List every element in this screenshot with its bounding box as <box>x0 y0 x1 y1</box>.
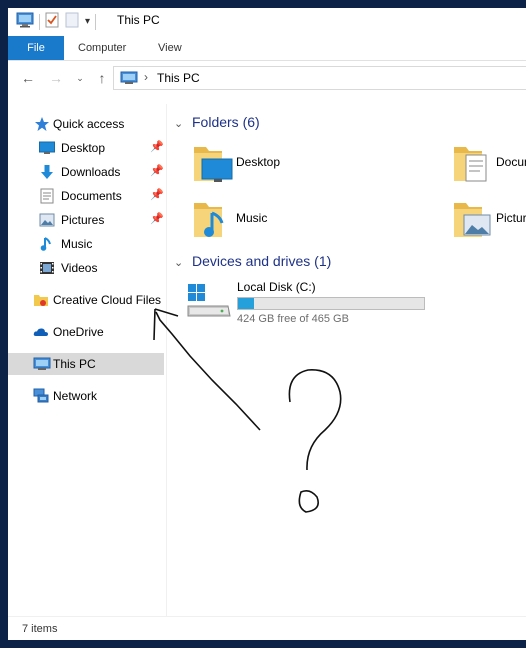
desktop-icon <box>39 140 55 156</box>
group-title: Devices and drives (1) <box>192 253 332 269</box>
status-bar: 7 items <box>8 616 526 640</box>
nav-quick-access[interactable]: Quick access <box>8 113 164 135</box>
nav-label: Pictures <box>61 213 105 227</box>
quick-access-toolbar: ▾ <box>16 12 101 31</box>
nav-label: OneDrive <box>53 325 104 339</box>
nav-item-downloads[interactable]: Downloads 📌 <box>8 161 164 183</box>
computer-icon <box>16 12 34 31</box>
folder-label: Music <box>236 211 268 225</box>
folder-label: Pictures <box>496 211 526 225</box>
nav-item-onedrive[interactable]: OneDrive <box>8 321 164 343</box>
title-bar: ▾ This PC <box>8 8 526 36</box>
navigation-pane: Quick access Desktop 📌 Downloads 📌 Docum… <box>8 104 166 614</box>
downloads-icon <box>39 164 55 180</box>
music-icon <box>39 236 55 252</box>
network-icon <box>33 388 49 404</box>
pin-icon[interactable]: 📌 <box>150 140 164 153</box>
nav-item-music[interactable]: Music <box>8 233 164 255</box>
folder-label: Documents <box>496 155 526 169</box>
group-title: Folders (6) <box>192 114 260 130</box>
documents-icon <box>39 188 55 204</box>
ribbon-tabs: File Computer View <box>8 36 526 61</box>
nav-label: This PC <box>53 357 96 371</box>
pin-icon[interactable]: 📌 <box>150 188 164 201</box>
documents-folder-icon <box>452 141 494 188</box>
collapse-chevron-icon[interactable]: ⌄ <box>174 117 188 130</box>
nav-label: Downloads <box>61 165 121 179</box>
back-button[interactable]: ← <box>19 69 37 87</box>
music-folder-icon <box>192 197 234 244</box>
nav-label: Documents <box>61 189 122 203</box>
drive-usage-fill <box>238 298 255 309</box>
nav-item-pictures[interactable]: Pictures 📌 <box>8 209 164 231</box>
drive-tile-local-disk[interactable]: Local Disk (C:) 424 GB free of 465 GB <box>186 276 446 326</box>
toolbar-separator <box>39 13 40 30</box>
nav-item-network[interactable]: Network <box>8 385 164 407</box>
star-icon <box>34 116 50 132</box>
tab-view[interactable]: View <box>147 36 193 60</box>
tab-computer[interactable]: Computer <box>67 36 137 60</box>
nav-item-documents[interactable]: Documents 📌 <box>8 185 164 207</box>
nav-label: Network <box>53 389 98 403</box>
nav-label: Desktop <box>61 141 106 155</box>
properties-icon[interactable] <box>45 12 59 31</box>
nav-label: Quick access <box>53 117 125 131</box>
folder-label: Desktop <box>236 155 281 169</box>
drive-free-space: 424 GB free of 465 GB <box>237 313 349 325</box>
drive-usage-bar <box>237 297 425 310</box>
nav-label: Music <box>61 237 93 251</box>
breadcrumb-chevron-icon[interactable]: › <box>144 70 148 84</box>
drive-name: Local Disk (C:) <box>237 280 316 294</box>
forward-button[interactable]: → <box>47 69 65 87</box>
pin-icon[interactable]: 📌 <box>150 212 164 225</box>
recent-locations-chevron-icon[interactable]: ⌄ <box>71 69 89 87</box>
address-bar[interactable]: › This PC <box>113 66 526 90</box>
tab-file[interactable]: File <box>8 36 64 60</box>
toolbar-separator <box>95 13 97 30</box>
nav-item-creative-cloud[interactable]: Creative Cloud Files <box>8 289 164 311</box>
nav-item-videos[interactable]: Videos <box>8 257 164 279</box>
nav-item-this-pc[interactable]: This PC <box>8 353 164 375</box>
devices-group-header[interactable]: ⌄ Devices and drives (1) <box>168 253 331 273</box>
creative-cloud-folder-icon <box>33 292 49 308</box>
folder-tile-pictures[interactable]: Pictures <box>452 197 526 245</box>
pin-icon[interactable]: 📌 <box>150 164 164 177</box>
item-count: 7 items <box>22 623 58 635</box>
address-row: ← → ⌄ ↑ › This PC <box>8 65 526 91</box>
videos-icon <box>39 260 55 276</box>
up-button[interactable]: ↑ <box>93 69 111 87</box>
breadcrumb-this-pc[interactable]: This PC <box>157 71 200 85</box>
nav-label: Videos <box>61 261 98 275</box>
folder-tile-documents[interactable]: Documents <box>452 141 526 189</box>
computer-icon <box>33 356 51 372</box>
content-pane: ⌄Folders (6) Desktop Documents Music Pic <box>168 104 526 616</box>
folder-tile-music[interactable]: Music <box>192 197 432 245</box>
pictures-icon <box>39 212 55 228</box>
desktop-folder-icon <box>192 141 234 188</box>
new-folder-icon[interactable] <box>65 12 79 31</box>
folders-group-header[interactable]: ⌄ Folders (6) <box>168 114 260 134</box>
computer-icon <box>120 71 138 88</box>
pictures-folder-icon <box>452 197 494 244</box>
nav-item-desktop[interactable]: Desktop 📌 <box>8 137 164 159</box>
window-title: This PC <box>117 13 160 27</box>
local-disk-drive-icon <box>186 282 232 325</box>
file-explorer-window: ▾ This PC File Computer View ← → ⌄ ↑ › T… <box>8 8 526 640</box>
customize-toolbar-chevron-icon[interactable]: ▾ <box>85 16 90 27</box>
collapse-chevron-icon[interactable]: ⌄ <box>174 256 188 269</box>
nav-label: Creative Cloud Files <box>53 293 162 307</box>
pane-divider[interactable] <box>166 104 167 616</box>
onedrive-cloud-icon <box>33 324 49 340</box>
folder-tile-desktop[interactable]: Desktop <box>192 141 432 189</box>
